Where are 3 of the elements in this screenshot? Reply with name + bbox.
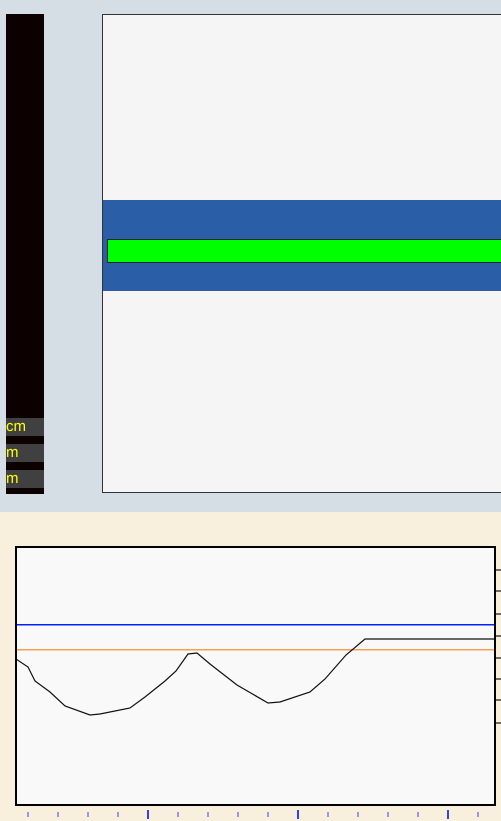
unit-label: m [6,444,44,462]
unit-label: cm [6,418,44,436]
unit-label: m [6,470,44,488]
